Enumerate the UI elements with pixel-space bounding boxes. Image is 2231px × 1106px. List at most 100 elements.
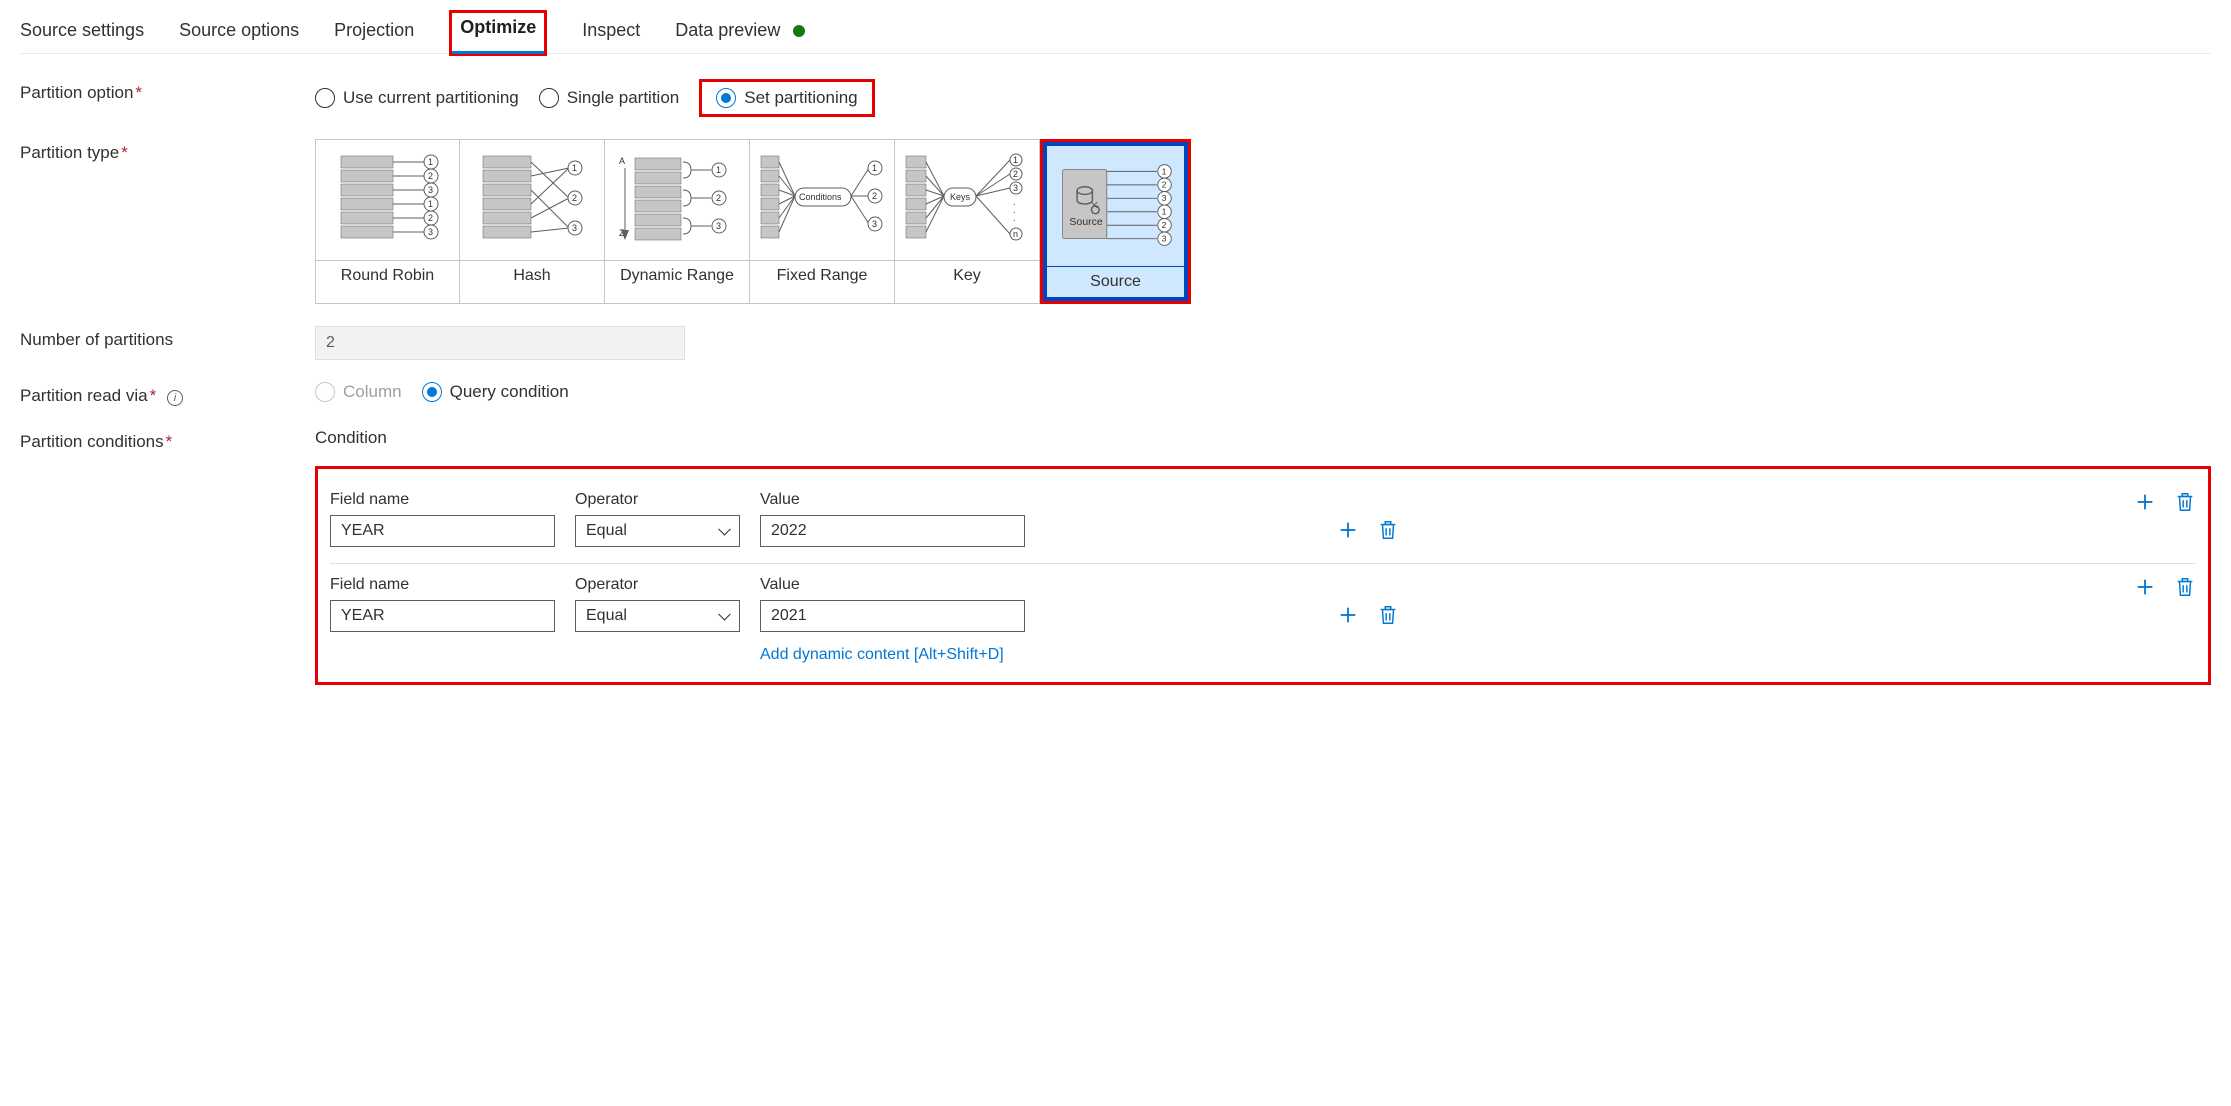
svg-text:1: 1 xyxy=(716,165,721,175)
partition-type-cards: 1 2 3 1 2 3 Round Robin xyxy=(315,139,2211,304)
radio-set-partitioning[interactable]: Set partitioning xyxy=(716,88,857,108)
hash-icon: 1 2 3 xyxy=(460,140,604,260)
condition-heading: Condition xyxy=(315,428,2211,448)
card-round-robin[interactable]: 1 2 3 1 2 3 Round Robin xyxy=(315,139,460,304)
tabs-bar: Source settings Source options Projectio… xyxy=(20,10,2211,54)
add-row-button[interactable] xyxy=(1337,519,1359,541)
dynamic-range-icon: A Z xyxy=(605,140,749,260)
card-label: Dynamic Range xyxy=(605,260,749,291)
card-label: Round Robin xyxy=(316,260,459,291)
card-label: Fixed Range xyxy=(750,260,894,291)
svg-text:1: 1 xyxy=(872,163,877,173)
condition-group: Field name Operator Equal Value xyxy=(330,479,2196,564)
operator-select[interactable]: Equal xyxy=(575,600,740,632)
radio-use-current[interactable]: Use current partitioning xyxy=(315,88,519,108)
radio-column[interactable]: Column xyxy=(315,382,402,402)
tab-data-preview-label: Data preview xyxy=(675,20,780,40)
svg-text:3: 3 xyxy=(572,223,577,233)
operator-select[interactable]: Equal xyxy=(575,515,740,547)
label-number-of-partitions: Number of partitions xyxy=(20,326,315,350)
tab-source-settings[interactable]: Source settings xyxy=(20,10,144,53)
tab-source-options[interactable]: Source options xyxy=(179,10,299,53)
card-key[interactable]: Keys 1 2 3 ... n xyxy=(895,139,1040,304)
number-of-partitions-input[interactable] xyxy=(315,326,685,360)
card-label: Hash xyxy=(460,260,604,291)
svg-text:3: 3 xyxy=(872,219,877,229)
value-input[interactable] xyxy=(760,600,1025,632)
svg-text:2: 2 xyxy=(716,193,721,203)
delete-row-button[interactable] xyxy=(1377,519,1399,541)
radio-icon xyxy=(539,88,559,108)
tab-inspect[interactable]: Inspect xyxy=(582,10,640,53)
svg-text:n: n xyxy=(1013,229,1018,239)
svg-text:2: 2 xyxy=(428,171,433,181)
svg-text:3: 3 xyxy=(716,221,721,231)
add-group-button[interactable] xyxy=(2134,491,2156,513)
label-partition-read-via: Partition read via* i xyxy=(20,382,315,406)
radio-query-condition[interactable]: Query condition xyxy=(422,382,569,402)
field-name-input[interactable] xyxy=(330,515,555,547)
col-operator: Operator xyxy=(575,576,740,594)
svg-text:Source: Source xyxy=(1069,216,1103,228)
svg-text:1: 1 xyxy=(1162,207,1167,217)
read-via-group: Column Query condition xyxy=(315,382,2211,402)
radio-single-partition[interactable]: Single partition xyxy=(539,88,679,108)
svg-text:3: 3 xyxy=(1013,183,1018,193)
value-input[interactable] xyxy=(760,515,1025,547)
svg-text:2: 2 xyxy=(1162,220,1167,230)
svg-text:.: . xyxy=(1013,213,1016,223)
key-icon: Keys 1 2 3 ... n xyxy=(895,140,1039,260)
svg-text:2: 2 xyxy=(572,193,577,203)
status-dot-icon xyxy=(793,25,805,37)
svg-text:2: 2 xyxy=(428,213,433,223)
svg-text:2: 2 xyxy=(1162,180,1167,190)
partition-option-group: Use current partitioning Single partitio… xyxy=(315,79,2211,117)
highlight-box: Field name Operator Equal Value xyxy=(315,466,2211,685)
col-value: Value xyxy=(760,491,1025,509)
highlight-box: Source 1 2 3 1 xyxy=(1040,139,1191,304)
card-hash[interactable]: 1 2 3 Hash xyxy=(460,139,605,304)
card-label: Key xyxy=(895,260,1039,291)
round-robin-icon: 1 2 3 1 2 3 xyxy=(316,140,459,260)
svg-text:1: 1 xyxy=(1013,155,1018,165)
card-source[interactable]: Source 1 2 3 1 xyxy=(1043,142,1188,301)
svg-text:3: 3 xyxy=(428,185,433,195)
tab-data-preview[interactable]: Data preview xyxy=(675,10,805,53)
source-icon: Source 1 2 3 1 xyxy=(1047,146,1184,266)
svg-text:Conditions: Conditions xyxy=(799,192,842,202)
tab-projection[interactable]: Projection xyxy=(334,10,414,53)
svg-text:1: 1 xyxy=(428,199,433,209)
radio-icon xyxy=(315,88,335,108)
delete-group-button[interactable] xyxy=(2174,576,2196,598)
card-fixed-range[interactable]: Conditions 1 2 3 Fixed Range xyxy=(750,139,895,304)
svg-text:1: 1 xyxy=(428,157,433,167)
svg-text:Keys: Keys xyxy=(950,192,971,202)
svg-text:1: 1 xyxy=(1162,166,1167,176)
col-operator: Operator xyxy=(575,491,740,509)
svg-text:2: 2 xyxy=(1013,169,1018,179)
delete-group-button[interactable] xyxy=(2174,491,2196,513)
field-name-input[interactable] xyxy=(330,600,555,632)
radio-icon xyxy=(716,88,736,108)
label-partition-type: Partition type* xyxy=(20,139,315,163)
condition-group: Field name Operator Equal Value Add dyna… xyxy=(330,564,2196,668)
add-dynamic-content-link[interactable]: Add dynamic content [Alt+Shift+D] xyxy=(760,646,1025,664)
add-row-button[interactable] xyxy=(1337,604,1359,626)
svg-text:3: 3 xyxy=(1162,193,1167,203)
info-icon[interactable]: i xyxy=(167,390,183,406)
add-group-button[interactable] xyxy=(2134,576,2156,598)
svg-text:1: 1 xyxy=(572,163,577,173)
radio-icon xyxy=(422,382,442,402)
card-label: Source xyxy=(1047,266,1184,297)
radio-icon xyxy=(315,382,335,402)
label-partition-conditions: Partition conditions* xyxy=(20,428,315,452)
svg-text:2: 2 xyxy=(872,191,877,201)
label-partition-option: Partition option* xyxy=(20,79,315,103)
svg-text:3: 3 xyxy=(1162,234,1167,244)
highlight-box: Set partitioning xyxy=(699,79,874,117)
fixed-range-icon: Conditions 1 2 3 xyxy=(750,140,894,260)
tab-optimize[interactable]: Optimize xyxy=(449,10,547,56)
card-dynamic-range[interactable]: A Z xyxy=(605,139,750,304)
delete-row-button[interactable] xyxy=(1377,604,1399,626)
svg-text:A: A xyxy=(619,156,625,166)
